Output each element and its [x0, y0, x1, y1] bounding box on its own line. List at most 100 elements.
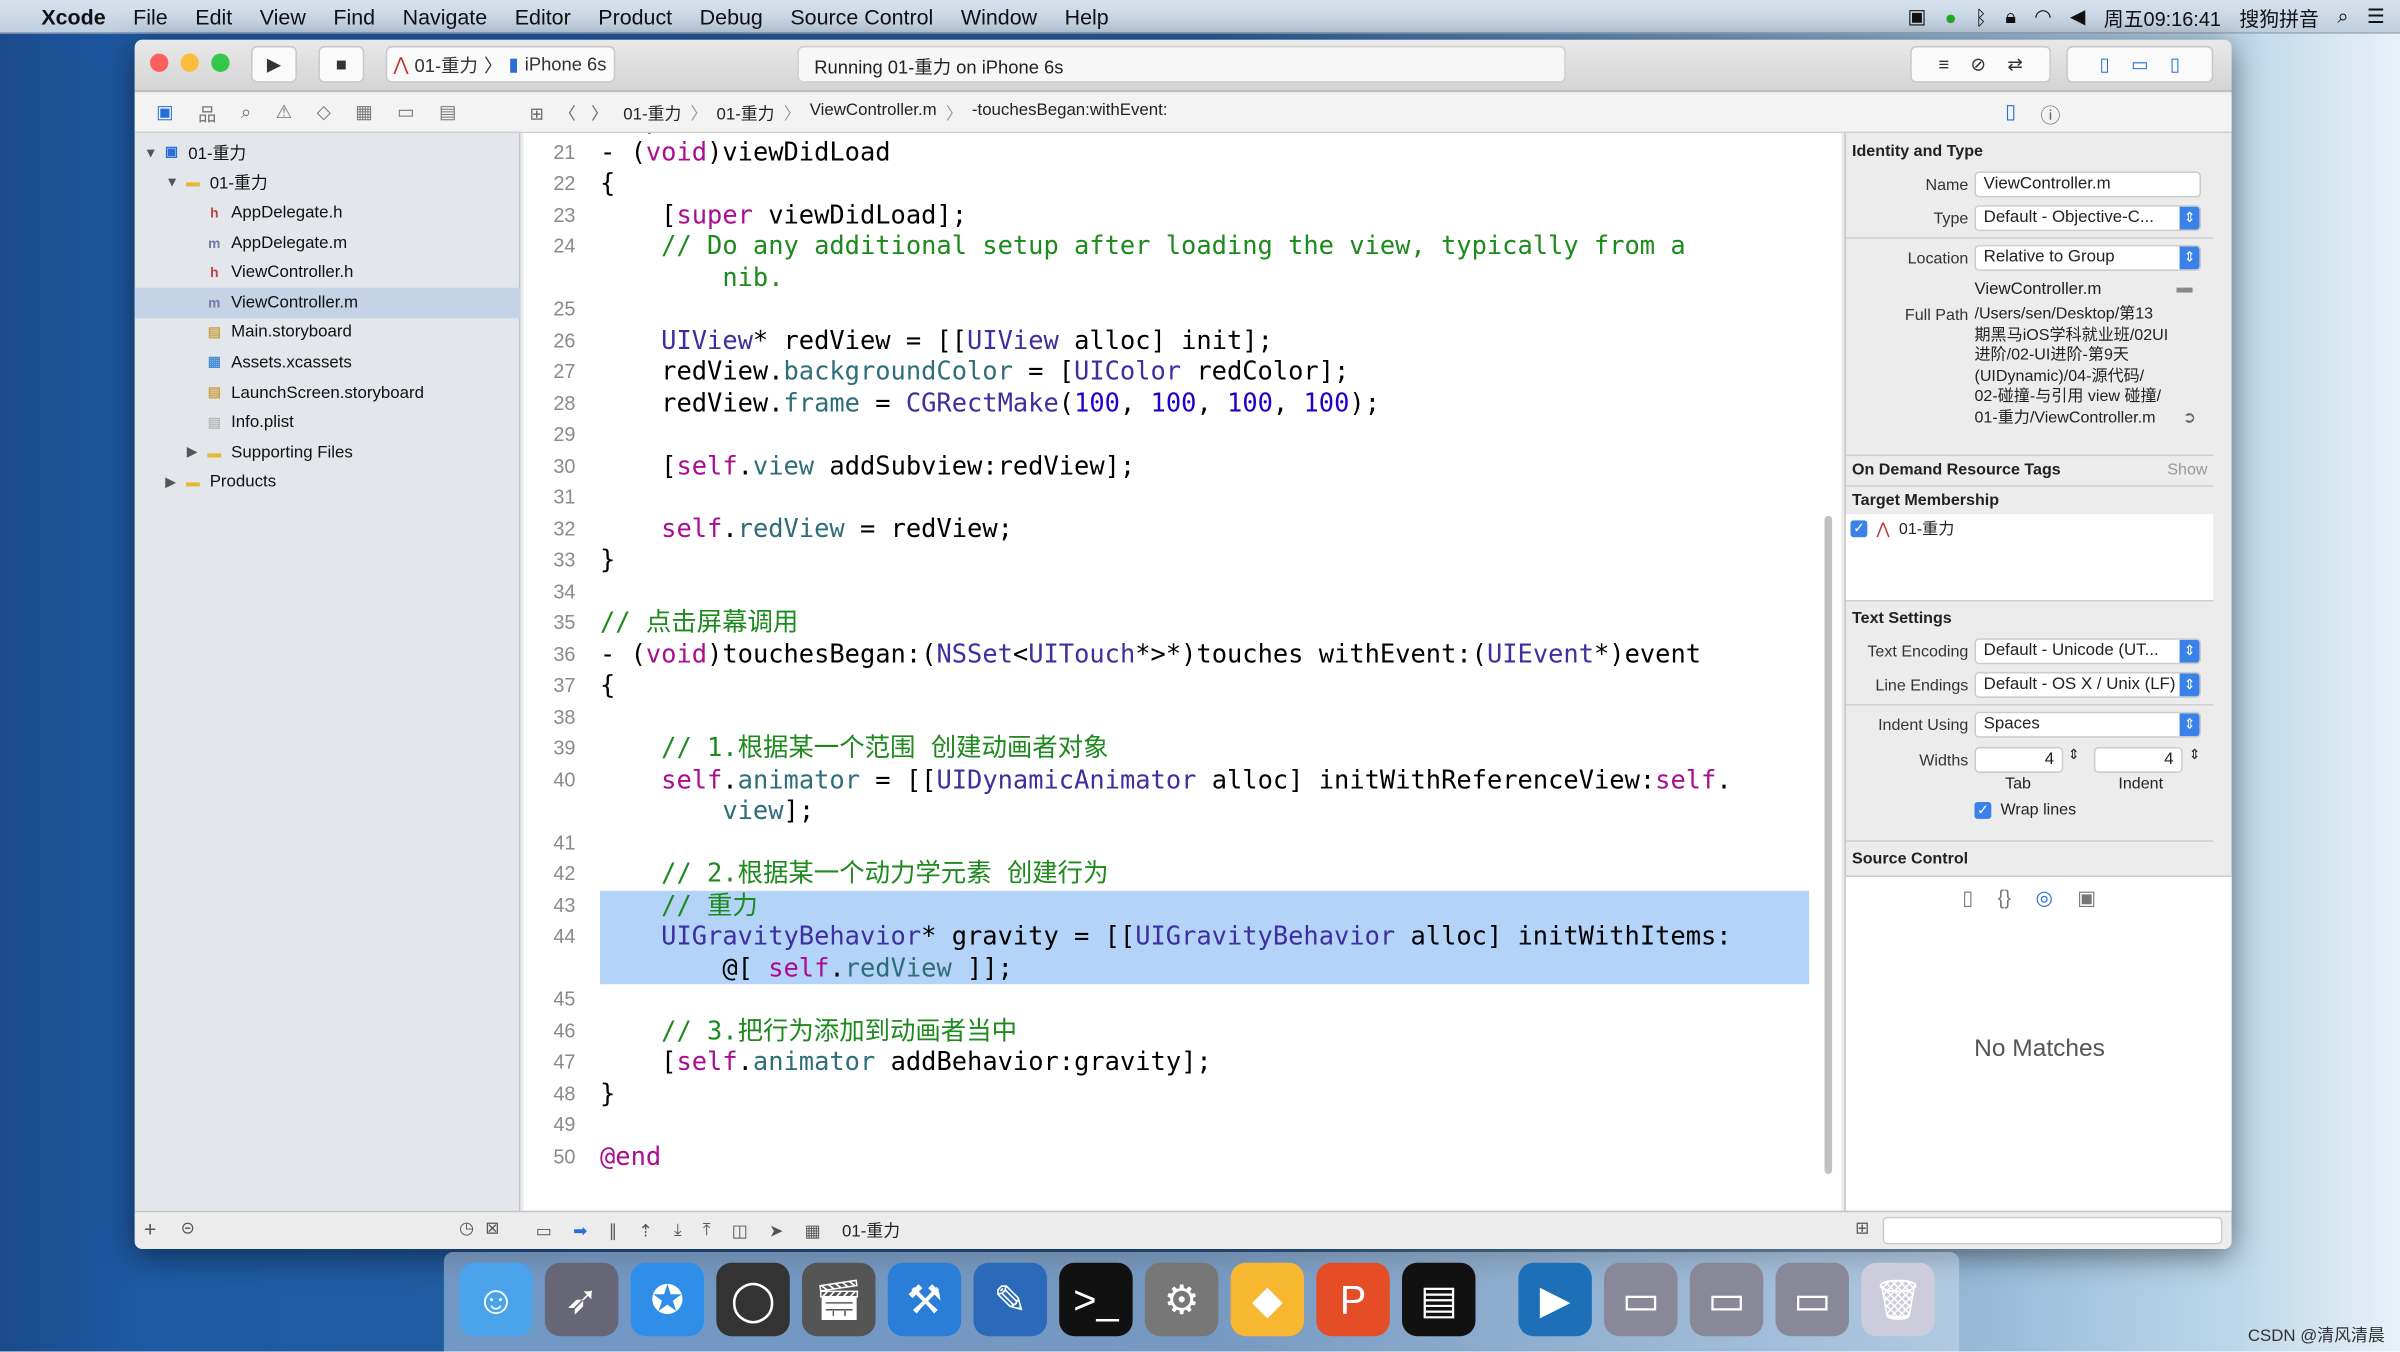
code-line[interactable]: 33}: [523, 545, 1841, 576]
code-line[interactable]: nib.: [523, 262, 1841, 293]
odr-show-button[interactable]: Show: [2167, 461, 2207, 479]
navigator-item[interactable]: ▤ Info.plist: [135, 408, 521, 438]
menu-window[interactable]: Window: [947, 4, 1051, 28]
media-library-icon[interactable]: ▣: [2077, 886, 2096, 910]
navigator-item[interactable]: h AppDelegate.h: [135, 198, 521, 228]
location-icon[interactable]: ➤: [769, 1221, 783, 1240]
code-line[interactable]: 24 // Do any additional setup after load…: [523, 231, 1841, 262]
line-number[interactable]: 33: [523, 545, 575, 576]
line-number[interactable]: 28: [523, 388, 575, 419]
line-number[interactable]: 21: [523, 137, 575, 168]
jump-bar-item[interactable]: ViewController.m: [810, 101, 937, 125]
code-line[interactable]: 25: [523, 294, 1841, 325]
line-number[interactable]: 49: [523, 1110, 575, 1141]
line-number[interactable]: 34: [523, 576, 575, 607]
code-line[interactable]: 37 {: [523, 670, 1841, 701]
view-toggle-group[interactable]: ▯ ▭ ▯: [2066, 45, 2214, 83]
code-snippet-icon[interactable]: {}: [1998, 886, 2011, 910]
indent-width-stepper[interactable]: ⇕: [2189, 747, 2201, 764]
source-editor[interactable]: 20@implementation ViewController21- (voi…: [523, 133, 1842, 1211]
code-line[interactable]: 32 self.redView = redView;: [523, 514, 1841, 545]
menu-file[interactable]: File: [119, 4, 181, 28]
code-line[interactable]: 35 // 点击屏幕调用: [523, 608, 1841, 639]
type-select[interactable]: Default - Objective-C...: [1974, 205, 2202, 232]
disclosure-open-icon[interactable]: ▼: [144, 145, 162, 160]
navigator-item[interactable]: h ViewController.h: [135, 258, 521, 288]
code-line[interactable]: 27 redView.backgroundColor = [UIColor re…: [523, 357, 1841, 388]
code-line[interactable]: 26 UIView* redView = [[UIView alloc] ini…: [523, 325, 1841, 356]
disclosure-closed-icon[interactable]: ▶: [187, 444, 205, 461]
step-over-icon[interactable]: ⇡: [638, 1221, 652, 1240]
code-line[interactable]: 41: [523, 827, 1841, 858]
library-filter-field[interactable]: [1882, 1216, 2223, 1245]
related-items-icon[interactable]: ⊞: [530, 103, 544, 123]
instruments-icon[interactable]: ✎: [973, 1262, 1047, 1337]
recent-icon[interactable]: ◷: [459, 1218, 474, 1238]
menu-product[interactable]: Product: [584, 4, 685, 28]
menu-find[interactable]: Find: [320, 4, 389, 28]
add-icon[interactable]: +: [144, 1217, 157, 1241]
debug-toggle-icon[interactable]: ▭: [2131, 54, 2148, 75]
line-number[interactable]: 40: [523, 765, 575, 796]
simulator-icon[interactable]: ▭: [1689, 1262, 1764, 1337]
sketch-icon[interactable]: ◆: [1230, 1262, 1305, 1337]
line-number[interactable]: 46: [523, 1016, 575, 1047]
grid-icon[interactable]: ⊞: [1855, 1218, 1869, 1238]
wifi-icon[interactable]: ◠: [2034, 5, 2051, 29]
filter-icon[interactable]: ⊝: [181, 1218, 195, 1238]
clock[interactable]: 周五09:16:41: [2104, 2, 2221, 31]
line-number[interactable]: 31: [523, 482, 575, 513]
code-line[interactable]: 28 redView.frame = CGRectMake(100, 100, …: [523, 388, 1841, 419]
line-number[interactable]: 37: [523, 670, 575, 701]
code-line[interactable]: 30 [self.view addSubview:redView];: [523, 451, 1841, 482]
project-navigator-icon[interactable]: ▣: [156, 101, 173, 127]
code-line[interactable]: 46 // 3.把行为添加到动画者当中: [523, 1016, 1841, 1047]
volume-icon[interactable]: ◀: [2070, 5, 2085, 29]
code-line[interactable]: 21 - (void)viewDidLoad: [523, 137, 1841, 168]
code-line[interactable]: 31: [523, 482, 1841, 513]
code-line[interactable]: 50 @end: [523, 1141, 1841, 1172]
bluetooth-icon[interactable]: ᛒ: [1975, 5, 1987, 28]
utilities-toggle-icon[interactable]: ▯: [2170, 54, 2180, 75]
input-method[interactable]: 搜狗拼音: [2239, 2, 2319, 31]
editor-mode-group[interactable]: ≡ ⊘ ⇄: [1910, 45, 2052, 83]
list-icon[interactable]: ☰: [2367, 5, 2385, 29]
step-into-icon[interactable]: ⤓: [674, 1221, 681, 1241]
line-number[interactable]: 25: [523, 294, 575, 325]
navigator-item[interactable]: m AppDelegate.m: [135, 228, 521, 258]
code-line[interactable]: 36 - (void)touchesBegan:(NSSet<UITouch*>*…: [523, 639, 1841, 670]
location-select[interactable]: Relative to Group: [1974, 244, 2202, 271]
navigator-toggle-icon[interactable]: ▯: [2100, 54, 2110, 75]
name-field[interactable]: ViewController.m: [1974, 171, 2202, 198]
simulator-icon[interactable]: ▭: [1604, 1262, 1678, 1337]
photo-booth-icon[interactable]: 🎬︎: [802, 1262, 876, 1337]
code-line[interactable]: 39 // 1.根据某一个范围 创建动画者对象: [523, 733, 1841, 764]
jump-bar-item[interactable]: 01-重力: [623, 101, 681, 125]
menu-app[interactable]: Xcode: [28, 4, 120, 28]
issue-navigator-icon[interactable]: ⚠: [276, 101, 292, 127]
pause-icon[interactable]: ∥: [609, 1221, 617, 1240]
line-number[interactable]: 42: [523, 859, 575, 890]
wrap-lines-checkbox[interactable]: ✓: [1974, 801, 1992, 819]
target-checkbox[interactable]: ✓: [1850, 520, 1868, 538]
menu-edit[interactable]: Edit: [181, 4, 245, 28]
line-number[interactable]: 44: [523, 921, 575, 952]
hide-debug-icon[interactable]: ▭: [536, 1221, 552, 1240]
zoom-button[interactable]: [211, 53, 230, 72]
line-number[interactable]: 24: [523, 231, 575, 262]
code-line[interactable]: 38: [523, 702, 1841, 733]
line-number[interactable]: 50: [523, 1141, 575, 1172]
report-navigator-icon[interactable]: ▤: [439, 101, 456, 127]
keynote-icon[interactable]: P: [1316, 1262, 1390, 1337]
code-line[interactable]: 48}: [523, 1078, 1841, 1109]
disclosure-closed-icon[interactable]: ▶: [165, 474, 183, 491]
line-number[interactable]: 26: [523, 325, 575, 356]
line-number[interactable]: 36: [523, 639, 575, 670]
sync-icon[interactable]: ●: [1945, 5, 1957, 28]
disclosure-open-icon[interactable]: ▼: [165, 175, 183, 190]
navigator-item[interactable]: ▶ ▬ Supporting Files: [135, 438, 521, 468]
line-number[interactable]: 22: [523, 168, 575, 199]
navigator-item[interactable]: ▶ ▬ Products: [135, 468, 521, 498]
code-line[interactable]: 23 [super viewDidLoad];: [523, 200, 1841, 231]
test-navigator-icon[interactable]: ◇: [317, 101, 331, 127]
